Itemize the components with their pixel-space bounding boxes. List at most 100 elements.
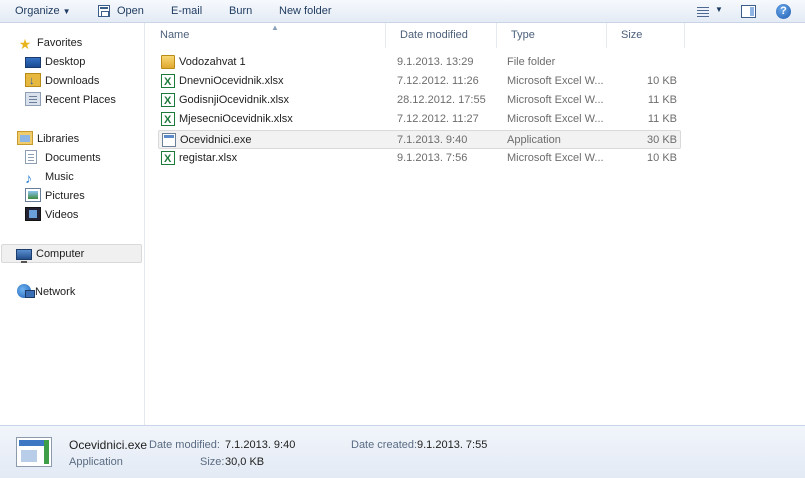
desktop-icon xyxy=(25,57,41,68)
navigation-pane: ★ Favorites Desktop Downloads Recent Plac… xyxy=(0,23,145,425)
libraries-icon xyxy=(17,131,33,145)
preview-pane-icon[interactable] xyxy=(741,5,756,18)
application-icon xyxy=(162,133,176,147)
help-icon[interactable]: ? xyxy=(776,4,791,19)
downloads-icon xyxy=(25,72,41,91)
file-name: registar.xlsx xyxy=(179,152,238,164)
file-type: Microsoft Excel W... xyxy=(507,94,604,106)
nav-pictures-label: Pictures xyxy=(45,190,85,202)
file-size: 10 KB xyxy=(647,152,677,164)
folder-icon xyxy=(161,55,175,69)
command-bar: Organize ▼ Open E-mail Burn New folder ▼ … xyxy=(0,0,805,23)
open-icon xyxy=(98,5,110,17)
table-row[interactable]: Vodozahvat 1 9.1.2013. 13:29 File folder xyxy=(158,53,681,72)
column-header-size-label: Size xyxy=(621,29,643,41)
star-icon: ★ xyxy=(18,36,32,52)
open-button[interactable]: Open xyxy=(117,4,144,19)
change-view-icon[interactable] xyxy=(697,6,709,17)
column-header-name[interactable]: Name ▲ xyxy=(146,23,386,48)
file-type: Microsoft Excel W... xyxy=(507,75,604,87)
file-name: Vodozahvat 1 xyxy=(179,56,246,68)
documents-icon xyxy=(25,150,37,164)
file-type: Microsoft Excel W... xyxy=(507,113,604,125)
column-header-size[interactable]: Size xyxy=(607,23,685,48)
details-file-type: Application xyxy=(69,456,123,468)
column-header-type-label: Type xyxy=(511,29,535,41)
details-file-name: Ocevidnici.exe xyxy=(69,438,148,452)
file-date: 7.1.2013. 9:40 xyxy=(397,134,468,146)
details-date-created-value: 9.1.2013. 7:55 xyxy=(417,439,488,451)
nav-videos-label: Videos xyxy=(45,209,79,221)
file-size: 11 KB xyxy=(647,113,677,125)
burn-button[interactable]: Burn xyxy=(229,4,252,19)
table-row-selected[interactable]: Ocevidnici.exe 7.1.2013. 9:40 Applicatio… xyxy=(158,130,681,149)
nav-desktop-label: Desktop xyxy=(45,56,86,68)
nav-libraries[interactable]: Libraries xyxy=(17,130,79,149)
nav-pictures[interactable]: Pictures xyxy=(25,187,85,206)
file-list: Name ▲ Date modified Type Size Vodozahva… xyxy=(146,23,805,425)
nav-recent-places-label: Recent Places xyxy=(45,94,116,106)
organize-label: Organize xyxy=(15,5,60,17)
column-header-date-modified[interactable]: Date modified xyxy=(386,23,497,48)
file-date: 9.1.2013. 13:29 xyxy=(397,56,474,68)
file-size: 30 KB xyxy=(647,134,677,146)
file-date: 9.1.2013. 7:56 xyxy=(397,152,468,164)
computer-icon xyxy=(16,249,32,263)
details-date-modified-label: Date modified: xyxy=(149,439,220,451)
file-name: Ocevidnici.exe xyxy=(180,134,252,146)
table-row[interactable]: DnevniOcevidnik.xlsx 7.12.2012. 11:26 Mi… xyxy=(158,72,681,92)
excel-file-icon xyxy=(161,73,175,92)
nav-computer-label: Computer xyxy=(36,248,85,260)
file-size: 11 KB xyxy=(647,94,677,106)
excel-file-icon xyxy=(161,92,175,111)
nav-network[interactable]: Network xyxy=(17,283,75,302)
excel-file-icon xyxy=(161,150,175,169)
excel-file-icon xyxy=(161,111,175,130)
nav-recent-places[interactable]: Recent Places xyxy=(25,91,116,110)
nav-music-label: Music xyxy=(45,171,74,183)
new-folder-button[interactable]: New folder xyxy=(279,4,332,19)
file-date: 28.12.2012. 17:55 xyxy=(397,94,486,106)
file-date: 7.12.2012. 11:27 xyxy=(397,113,479,125)
nav-documents-label: Documents xyxy=(45,152,101,164)
file-size: 10 KB xyxy=(647,75,677,87)
nav-downloads[interactable]: Downloads xyxy=(25,72,99,91)
file-name: GodisnjiOcevidnik.xlsx xyxy=(179,94,290,106)
music-note-icon: ♪ xyxy=(25,170,32,186)
details-date-modified-value: 7.1.2013. 9:40 xyxy=(225,439,296,451)
nav-documents[interactable]: Documents xyxy=(25,149,101,168)
details-size-label: Size: xyxy=(200,456,225,468)
pictures-icon xyxy=(25,188,41,202)
file-date: 7.12.2012. 11:26 xyxy=(397,75,479,87)
details-size-value: 30,0 KB xyxy=(225,456,265,468)
file-name: DnevniOcevidnik.xlsx xyxy=(179,75,284,87)
thumbnail-accent xyxy=(44,440,49,464)
nav-network-label: Network xyxy=(35,286,76,298)
nav-favorites[interactable]: ★ Favorites xyxy=(17,34,83,53)
nav-favorites-label: Favorites xyxy=(37,37,83,49)
organize-button[interactable]: Organize ▼ xyxy=(15,4,71,19)
nav-libraries-label: Libraries xyxy=(37,133,80,145)
nav-computer[interactable]: Computer xyxy=(1,244,142,263)
file-type: Application xyxy=(507,134,561,146)
videos-icon xyxy=(25,207,41,221)
sort-ascending-icon: ▲ xyxy=(271,23,279,32)
details-date-created-label: Date created: xyxy=(351,439,418,451)
column-header-name-label: Name xyxy=(160,29,190,41)
details-pane: Ocevidnici.exe Application Date modified… xyxy=(0,425,805,478)
nav-videos[interactable]: Videos xyxy=(25,206,78,225)
nav-downloads-label: Downloads xyxy=(45,75,100,87)
column-header-date-label: Date modified xyxy=(400,29,468,41)
table-row[interactable]: MjesecniOcevidnik.xlsx 7.12.2012. 11:27 … xyxy=(158,110,681,130)
view-options-chevron-icon[interactable]: ▼ xyxy=(715,5,723,14)
file-type: File folder xyxy=(507,56,556,68)
recent-places-icon xyxy=(25,92,41,106)
chevron-down-icon: ▼ xyxy=(62,7,71,16)
nav-desktop[interactable]: Desktop xyxy=(25,53,85,72)
table-row[interactable]: registar.xlsx 9.1.2013. 7:56 Microsoft E… xyxy=(158,149,681,169)
nav-music[interactable]: ♪ Music xyxy=(25,168,74,187)
table-row[interactable]: GodisnjiOcevidnik.xlsx 28.12.2012. 17:55… xyxy=(158,91,681,111)
column-header-type[interactable]: Type xyxy=(497,23,607,48)
email-button[interactable]: E-mail xyxy=(171,4,202,19)
network-icon xyxy=(17,284,35,298)
